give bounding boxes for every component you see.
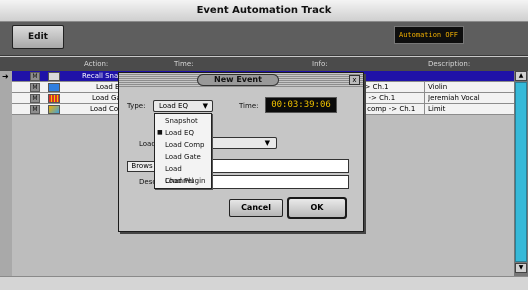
checkmark-icon: ■ [157,129,163,136]
menu-item-label: Load EQ [165,129,194,137]
type-dropdown-menu: Snapshot ■ Load EQ Load Comp Load Gate L… [154,113,212,189]
row-description: Violin [428,83,448,91]
selection-arrow-icon: ➜ [2,72,9,81]
status-bar [0,276,528,290]
column-divider [424,82,425,93]
ok-button[interactable]: OK [287,197,347,219]
mute-toggle[interactable]: M [30,83,40,92]
menu-item-load-comp[interactable]: Load Comp [155,139,211,151]
column-divider [424,104,425,115]
menu-item-load-gate[interactable]: Load Gate [155,151,211,163]
menu-item-load-channel[interactable]: Load Channel [155,163,211,185]
new-event-dialog: New Event x Type: Load EQ ▼ Time: 00:03:… [118,72,364,232]
mute-toggle[interactable]: M [30,94,40,103]
row-description: Jeremiah Vocal [428,94,480,102]
scroll-down-icon[interactable]: ▼ [515,263,527,273]
file-path-field[interactable] [205,159,349,173]
chevron-down-icon: ▼ [202,102,208,110]
menu-item-label: Load Gate [165,153,201,161]
scroll-up-icon[interactable]: ▲ [515,71,527,81]
recall-snapshot-icon [48,72,60,81]
close-icon[interactable]: x [349,75,360,85]
type-select-value: Load EQ [159,102,188,110]
mute-toggle[interactable]: M [30,72,40,81]
type-label: Type: [127,102,146,110]
chevron-down-icon: ▼ [264,139,270,147]
menu-item-snapshot[interactable]: Snapshot [155,115,211,127]
row-info: -> Ch.1 [362,83,389,91]
load-comp-icon [48,105,60,114]
left-margin [0,71,12,276]
row-info: r comp -> Ch.1 [362,105,416,113]
column-info: Info: [312,60,328,68]
load-select[interactable]: ▼ [205,137,277,149]
row-description: Limit [428,105,446,113]
vertical-scrollbar[interactable]: ▲ ▼ [514,71,528,276]
menu-item-label: Load Comp [165,141,205,149]
cancel-button[interactable]: Cancel [229,199,283,217]
time-label: Time: [239,102,259,110]
scroll-thumb[interactable] [515,82,527,262]
column-divider [424,93,425,104]
dialog-titlebar[interactable]: New Event x [119,73,363,87]
menu-item-label: Load Plugin [165,177,206,185]
window-title: Event Automation Track [0,0,528,22]
menu-item-label: Snapshot [165,117,198,125]
load-eq-icon [48,83,60,92]
mute-toggle[interactable]: M [30,105,40,114]
column-time: Time: [174,60,194,68]
type-select[interactable]: Load EQ ▼ [153,100,213,112]
row-action: Recall Sna [82,72,119,80]
column-action: Action: [84,60,109,68]
row-info: e -> Ch.1 [362,94,396,102]
menu-item-load-eq[interactable]: ■ Load EQ [155,127,211,139]
load-gate-icon [48,94,60,103]
automation-status-badge[interactable]: Automation OFF [394,26,464,44]
edit-button[interactable]: Edit [12,25,64,49]
ok-button-label: OK [289,199,345,217]
dialog-title: New Event [197,74,279,86]
toolbar: Edit Automation OFF [0,22,528,56]
time-field[interactable]: 00:03:39:06 [265,97,337,113]
description-field[interactable] [205,175,349,189]
column-header: Action: Time: Info: Description: [0,57,528,71]
browse-button[interactable]: Brows [127,161,157,172]
column-description: Description: [428,60,471,68]
menu-item-load-plugin[interactable]: Load Plugin [155,175,211,187]
